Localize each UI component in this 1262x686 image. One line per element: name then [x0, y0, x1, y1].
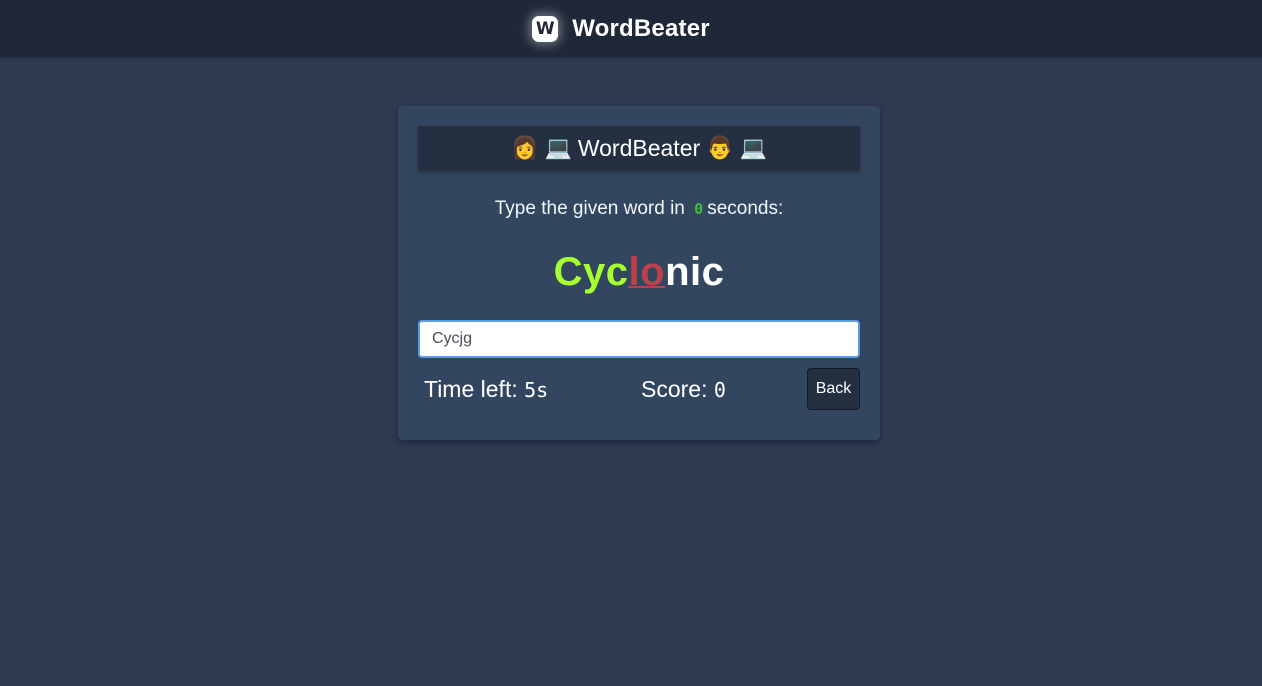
man-emoji-icon: 👨 [706, 136, 734, 161]
time-left: Time left: 5s [424, 376, 548, 403]
score-label: Score: [641, 376, 708, 402]
card-header: 👩 💻 WordBeater 👨 💻 [418, 126, 860, 171]
word-remaining-part: nic [665, 250, 725, 294]
w-logo-icon: W [532, 15, 559, 42]
word-wrong-part: lo [628, 250, 666, 294]
brand-name: WordBeater [572, 14, 710, 42]
time-value: 5s [524, 378, 549, 402]
instruction-suffix: seconds: [707, 198, 784, 219]
seconds-value: 0 [694, 200, 704, 218]
instruction: Type the given word in 0 seconds: [398, 198, 880, 220]
laptop-emoji-icon: 💻 [739, 136, 767, 161]
word-correct-part: Cyc [553, 250, 629, 294]
laptop-emoji-icon: 💻 [544, 136, 572, 161]
game-card: 👩 💻 WordBeater 👨 💻 Type the given word i… [398, 106, 880, 440]
navbar: W WordBeater [0, 0, 1262, 57]
card-title: WordBeater [577, 135, 701, 161]
word-input[interactable] [418, 320, 860, 358]
score-value: 0 [713, 378, 726, 402]
current-word: Cyclonic [398, 250, 880, 295]
instruction-prefix: Type the given word in [494, 198, 685, 219]
woman-emoji-icon: 👩 [511, 136, 539, 161]
score: Score: 0 [641, 376, 726, 403]
brand[interactable]: W WordBeater [532, 15, 710, 43]
back-button[interactable]: Back [807, 368, 860, 410]
time-label: Time left: [424, 376, 518, 402]
